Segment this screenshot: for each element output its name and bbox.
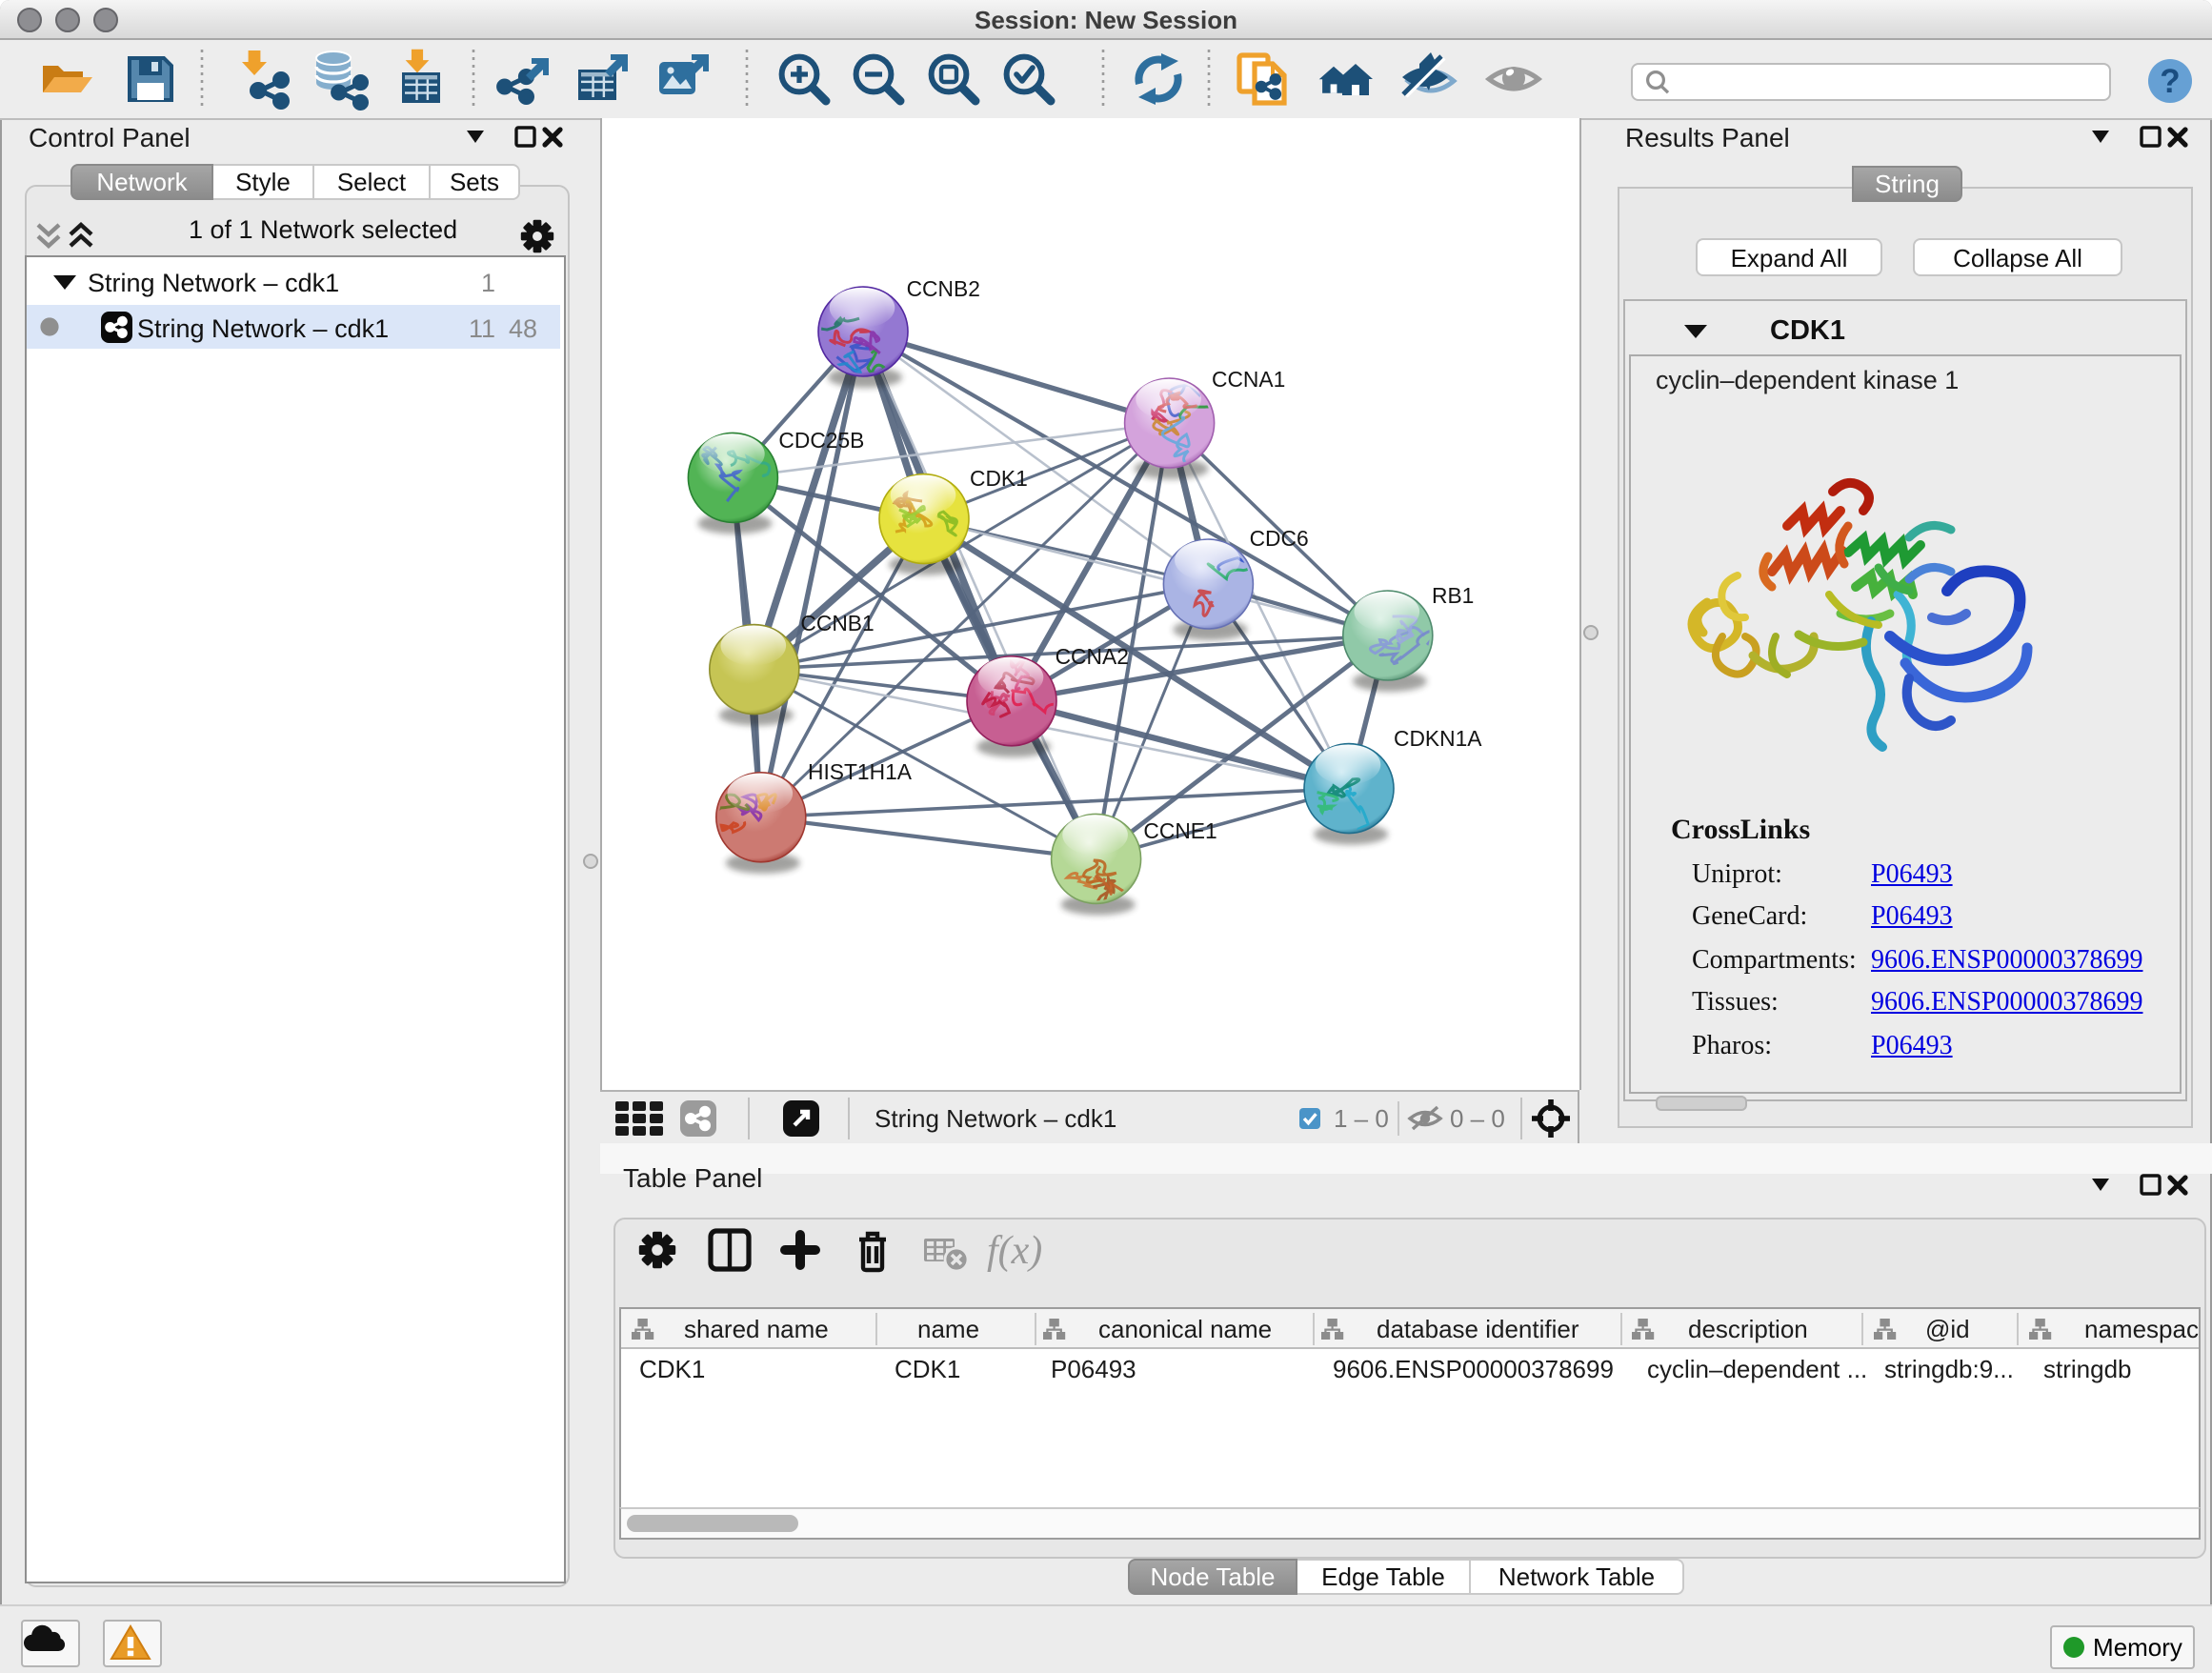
svg-text:0 – 0: 0 – 0 — [1450, 1104, 1505, 1133]
svg-text:P06493: P06493 — [1051, 1355, 1136, 1383]
svg-text:CDK1: CDK1 — [895, 1355, 960, 1383]
svg-text:shared name: shared name — [684, 1315, 829, 1343]
svg-text:9606.ENSP00000378699: 9606.ENSP00000378699 — [1333, 1355, 1614, 1383]
svg-text:HIST1H1A: HIST1H1A — [808, 759, 913, 784]
svg-text:CDKN1A: CDKN1A — [1394, 726, 1482, 751]
svg-text:stringdb:9...: stringdb:9... — [1884, 1355, 2014, 1383]
svg-text:database identifier: database identifier — [1377, 1315, 1579, 1343]
svg-text:CCNE1: CCNE1 — [1143, 818, 1217, 843]
svg-text:cyclin–dependent ...: cyclin–dependent ... — [1647, 1355, 1867, 1383]
svg-text:CDC6: CDC6 — [1250, 526, 1309, 551]
svg-text:CDK1: CDK1 — [639, 1355, 705, 1383]
svg-text:canonical name: canonical name — [1098, 1315, 1272, 1343]
svg-text:CDK1: CDK1 — [970, 466, 1028, 491]
svg-text:stringdb: stringdb — [2043, 1355, 2132, 1383]
svg-text:CCNA2: CCNA2 — [1056, 644, 1129, 669]
svg-text:description: description — [1688, 1315, 1808, 1343]
svg-text:CCNB2: CCNB2 — [907, 276, 980, 301]
svg-text:@id: @id — [1925, 1315, 1970, 1343]
svg-text:String Network – cdk1: String Network – cdk1 — [875, 1104, 1116, 1133]
svg-text:f(x): f(x) — [987, 1229, 1042, 1273]
svg-text:CDC25B: CDC25B — [778, 428, 864, 453]
svg-text:name: name — [917, 1315, 979, 1343]
svg-text:CCNB1: CCNB1 — [800, 611, 874, 635]
svg-text:RB1: RB1 — [1432, 583, 1474, 608]
svg-text:?: ? — [2160, 63, 2180, 100]
svg-text:1 – 0: 1 – 0 — [1334, 1104, 1389, 1133]
svg-text:CCNA1: CCNA1 — [1212, 367, 1285, 392]
svg-text:namespac: namespac — [2084, 1315, 2199, 1343]
